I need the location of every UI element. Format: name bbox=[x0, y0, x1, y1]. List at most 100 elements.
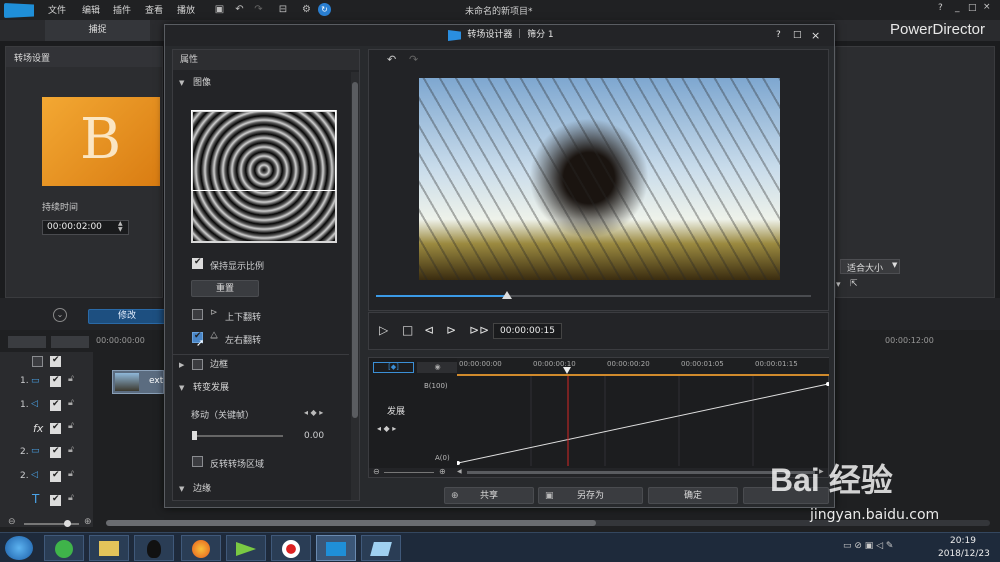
reverse-area-checkbox[interactable] bbox=[192, 456, 203, 467]
keyframe-graph[interactable] bbox=[457, 376, 829, 466]
taskbar-video-app[interactable] bbox=[226, 535, 266, 561]
play-small-icon[interactable]: ▾ bbox=[836, 280, 841, 290]
ruler-start: 00:00:00:00 bbox=[96, 336, 145, 345]
taskbar-explorer[interactable] bbox=[89, 535, 129, 561]
play-app-icon bbox=[236, 542, 256, 556]
keyframe-nav-icon[interactable]: ◂ ◆ ▸ bbox=[377, 424, 396, 433]
close-button[interactable]: × bbox=[811, 25, 820, 46]
track-all-enable[interactable] bbox=[50, 355, 61, 367]
menu-play[interactable]: 播放 bbox=[177, 3, 195, 16]
section-image[interactable]: ▼ 图像 bbox=[173, 74, 349, 92]
taskbar-firefox[interactable] bbox=[181, 535, 221, 561]
maximize-button[interactable]: □ bbox=[793, 25, 802, 46]
minimize-button[interactable]: _ bbox=[955, 3, 960, 13]
zoom-thumb[interactable] bbox=[64, 520, 71, 527]
display-icon[interactable]: ⊟ bbox=[272, 3, 294, 16]
menu-edit[interactable]: 编辑 bbox=[82, 3, 100, 16]
keyframe-nav-icon[interactable]: ◂ ◆ ▸ bbox=[304, 408, 323, 417]
save-icon: ▣ bbox=[545, 491, 554, 501]
chevron-down-circle-icon[interactable]: ⌄ bbox=[53, 308, 67, 322]
tray-icons[interactable]: ▭ ⊘ ▣ ◁ ✎ bbox=[843, 541, 893, 551]
flip-vertical-checkbox[interactable] bbox=[192, 309, 203, 320]
kf-zoom-track[interactable] bbox=[384, 472, 434, 473]
track-label: 发展 bbox=[387, 407, 406, 417]
fx-track-enable[interactable] bbox=[50, 422, 61, 434]
modify-button[interactable]: 修改 bbox=[88, 309, 166, 324]
storyboard-mode-icon[interactable] bbox=[51, 336, 89, 348]
close-button[interactable]: × bbox=[983, 2, 991, 12]
track-2-video-enable[interactable] bbox=[50, 446, 61, 458]
section-edge[interactable]: ▼ 边缘 bbox=[173, 480, 349, 498]
lock-icon[interactable]: 🔓︎ bbox=[68, 374, 74, 384]
zoom-out-icon[interactable]: ⊖ bbox=[373, 467, 380, 476]
move-slider-thumb[interactable] bbox=[192, 431, 197, 440]
help-icon[interactable]: ? bbox=[776, 25, 781, 46]
timeline-clip[interactable]: ext bbox=[112, 370, 164, 394]
title-track-enable[interactable] bbox=[50, 494, 61, 506]
track-2-audio-enable[interactable] bbox=[50, 470, 61, 482]
lock-icon[interactable]: 🔓︎ bbox=[68, 445, 74, 455]
zoom-in-icon[interactable]: ⊕ bbox=[84, 517, 92, 527]
timeline-mode-icon[interactable]: ◉ bbox=[417, 362, 458, 373]
redo-icon[interactable]: ↷ bbox=[252, 3, 265, 16]
scroll-left-icon[interactable]: ◀ bbox=[457, 468, 462, 475]
crop-frame[interactable] bbox=[191, 110, 336, 191]
taskbar-app-8[interactable] bbox=[361, 535, 401, 561]
duration-field[interactable]: 00:00:02:00 bbox=[42, 220, 129, 235]
ok-button[interactable]: 确定 bbox=[648, 487, 738, 504]
next-frame-icon[interactable]: ⊳ bbox=[446, 323, 456, 337]
keyframe-mode-icon[interactable]: [◆] bbox=[373, 362, 414, 373]
lock-icon[interactable]: 🔓︎ bbox=[68, 493, 74, 503]
track-1-audio-enable[interactable] bbox=[50, 399, 61, 411]
keep-ratio-checkbox[interactable] bbox=[192, 257, 203, 269]
scrollbar-thumb[interactable] bbox=[106, 520, 596, 526]
update-icon[interactable]: ↻ bbox=[318, 3, 331, 16]
taskbar-app-1[interactable] bbox=[44, 535, 84, 561]
props-scrollbar-thumb[interactable] bbox=[352, 82, 358, 418]
properties-panel: 属性 ▼ 图像 保持显示比例 重置 ⊳ 上下翻转 ⧋ 左右翻转 ➚ ▶ bbox=[172, 49, 360, 501]
save-as-button[interactable]: ▣ 另存为 bbox=[538, 487, 643, 504]
fast-forward-icon[interactable]: ⊳⊳ bbox=[469, 323, 489, 337]
taskbar-qq[interactable] bbox=[134, 535, 174, 561]
undo-icon[interactable]: ↶ bbox=[387, 53, 396, 66]
track-1-video-enable[interactable] bbox=[50, 375, 61, 387]
save-icon[interactable]: ▣ bbox=[213, 3, 226, 16]
menu-plugins[interactable]: 插件 bbox=[113, 3, 131, 16]
border-checkbox[interactable] bbox=[192, 359, 203, 370]
prev-frame-icon[interactable]: ⊲ bbox=[424, 323, 434, 337]
reset-button[interactable]: 重置 bbox=[191, 280, 259, 297]
taskbar-recorder[interactable] bbox=[271, 535, 311, 561]
props-scrollbar[interactable] bbox=[351, 72, 359, 500]
redo-icon[interactable]: ↷ bbox=[409, 53, 418, 66]
mask-image-preview[interactable] bbox=[191, 110, 337, 243]
fit-size-dropdown[interactable]: 适合大小 ▼ bbox=[840, 259, 900, 274]
stop-icon[interactable]: □ bbox=[402, 323, 413, 337]
duration-stepper[interactable]: ▲ ▼ bbox=[118, 221, 127, 234]
seek-thumb[interactable] bbox=[502, 291, 512, 299]
tab-capture[interactable]: 捕捉 bbox=[45, 20, 150, 41]
share-button[interactable]: ⊕ 共享 bbox=[444, 487, 534, 504]
lock-icon[interactable]: 🔓︎ bbox=[68, 421, 74, 431]
taskbar-powerdirector[interactable] bbox=[316, 535, 356, 561]
timeline-mode-icon[interactable] bbox=[8, 336, 46, 348]
lock-icon[interactable]: 🔓︎ bbox=[68, 469, 74, 479]
move-slider-track[interactable] bbox=[193, 435, 283, 437]
section-border[interactable]: ▶ 边框 bbox=[173, 356, 349, 374]
menu-view[interactable]: 查看 bbox=[145, 3, 163, 16]
help-icon[interactable]: ? bbox=[938, 3, 943, 13]
zoom-out-icon[interactable]: ⊖ bbox=[8, 517, 16, 527]
restore-button[interactable]: □ bbox=[968, 3, 977, 13]
start-button[interactable] bbox=[5, 536, 33, 560]
undo-icon[interactable]: ↶ bbox=[233, 3, 246, 16]
lock-icon[interactable]: 🔓︎ bbox=[68, 398, 74, 408]
section-transition[interactable]: ▼ 转变发展 bbox=[173, 379, 349, 397]
playhead-marker[interactable] bbox=[563, 367, 571, 374]
track-all-checkbox[interactable] bbox=[32, 356, 43, 367]
kf-scrollbar[interactable] bbox=[467, 471, 815, 474]
menu-file[interactable]: 文件 bbox=[48, 3, 66, 16]
gear-icon[interactable]: ⚙ bbox=[300, 3, 313, 16]
play-icon[interactable]: ▷ bbox=[379, 323, 388, 337]
detach-icon[interactable]: ⇱ bbox=[850, 279, 858, 289]
zoom-in-icon[interactable]: ⊕ bbox=[439, 467, 446, 476]
zoom-slider[interactable]: ⊖ ⊕ bbox=[0, 517, 100, 529]
